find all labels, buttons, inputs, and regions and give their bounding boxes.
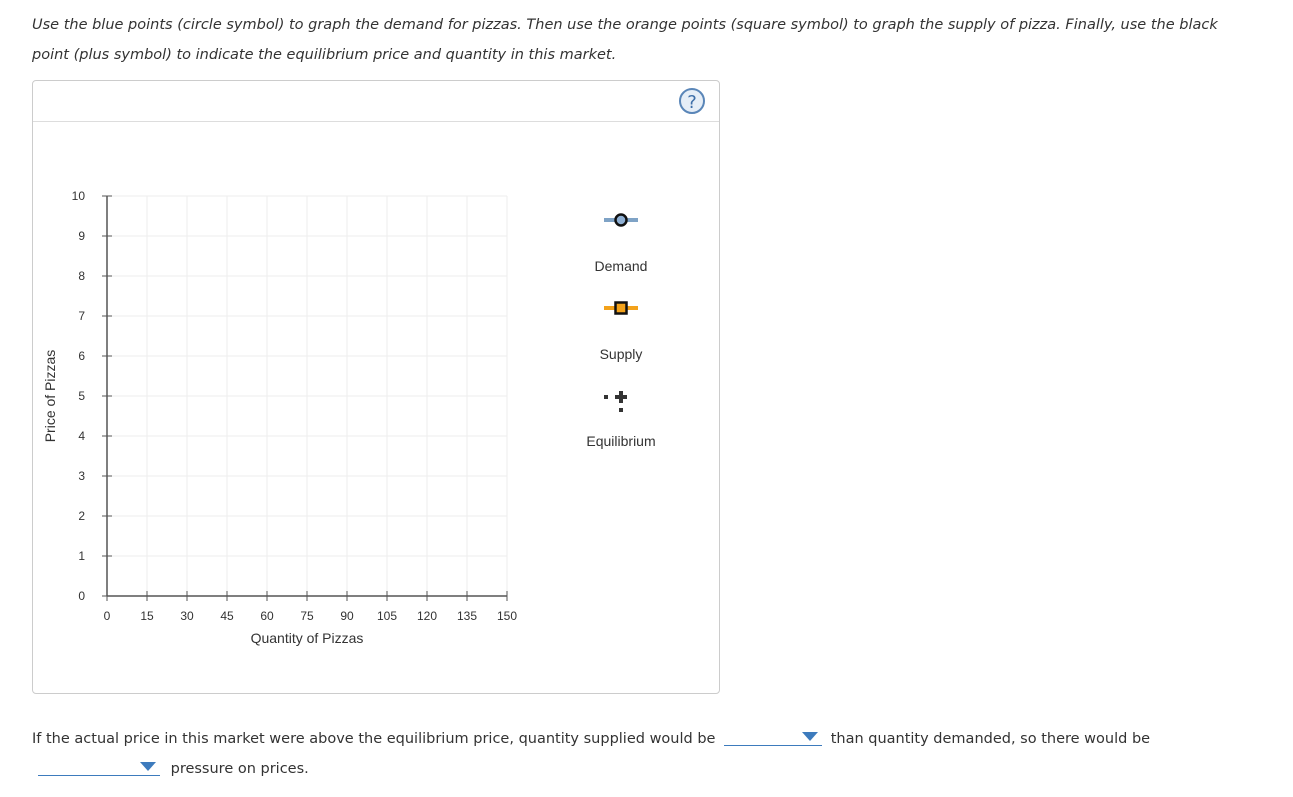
question-part2: than quantity demanded, so there would b…: [830, 731, 1151, 747]
x-tick-label: 0: [104, 609, 111, 623]
legend-demand-label: Demand: [595, 258, 648, 274]
y-tick-label: 7: [78, 309, 85, 323]
y-tick-label: 8: [78, 269, 85, 283]
x-axis-label: Quantity of Pizzas: [251, 630, 364, 646]
y-tick-label: 6: [78, 349, 85, 363]
dropdown-arrow-icon: [140, 762, 156, 771]
graph-panel: ? 0 15 30 45 60 75 90 105 120 135 150 0 1 2 3 4 5 6 7 8 9 10 Q…: [32, 80, 720, 694]
y-tick-label: 4: [78, 429, 85, 443]
dropdown-quantity-comparison[interactable]: [724, 727, 823, 746]
x-tick-label: 60: [260, 609, 274, 623]
y-tick-label: 9: [78, 229, 85, 243]
x-tick-label: 105: [377, 609, 397, 623]
x-tick-label: 75: [300, 609, 314, 623]
legend-supply-label: Supply: [600, 346, 643, 362]
legend-equilibrium-dot: [619, 408, 623, 412]
chart[interactable]: 0 15 30 45 60 75 90 105 120 135 150012345678910Qua…: [33, 81, 719, 693]
legend-demand-circle-icon: [614, 213, 628, 227]
y-tick-label: 2: [78, 509, 85, 523]
x-tick-label: 90: [340, 609, 354, 623]
x-tick-label: 120: [417, 609, 437, 623]
dropdown-price-pressure[interactable]: [38, 757, 160, 776]
legend-equilibrium-label: Equilibrium: [586, 433, 655, 449]
x-tick-label: 45: [220, 609, 234, 623]
y-tick-label: 10: [72, 189, 86, 203]
y-axis-label: Price of Pizzas: [42, 350, 58, 443]
question-part3: pressure on prices.: [170, 761, 309, 777]
y-tick-label: 5: [78, 389, 85, 403]
dropdown-arrow-icon: [802, 732, 819, 741]
legend-supply-square-icon: [614, 301, 628, 315]
question: If the actual price in this market were …: [32, 724, 1272, 784]
x-tick-label: 150: [497, 609, 517, 623]
x-tick-label: 30: [180, 609, 194, 623]
question-part1: If the actual price in this market were …: [32, 731, 716, 747]
instructions: Use the blue points (circle symbol) to g…: [32, 17, 1218, 63]
y-tick-label: 0: [78, 589, 85, 603]
x-tick-label: 15: [140, 609, 154, 623]
x-tick-label: 135: [457, 609, 477, 623]
y-tick-label: 3: [78, 469, 85, 483]
legend-equilibrium-plus-icon: [615, 391, 627, 403]
legend-equilibrium-dot: [604, 395, 608, 399]
y-tick-label: 1: [78, 549, 85, 563]
